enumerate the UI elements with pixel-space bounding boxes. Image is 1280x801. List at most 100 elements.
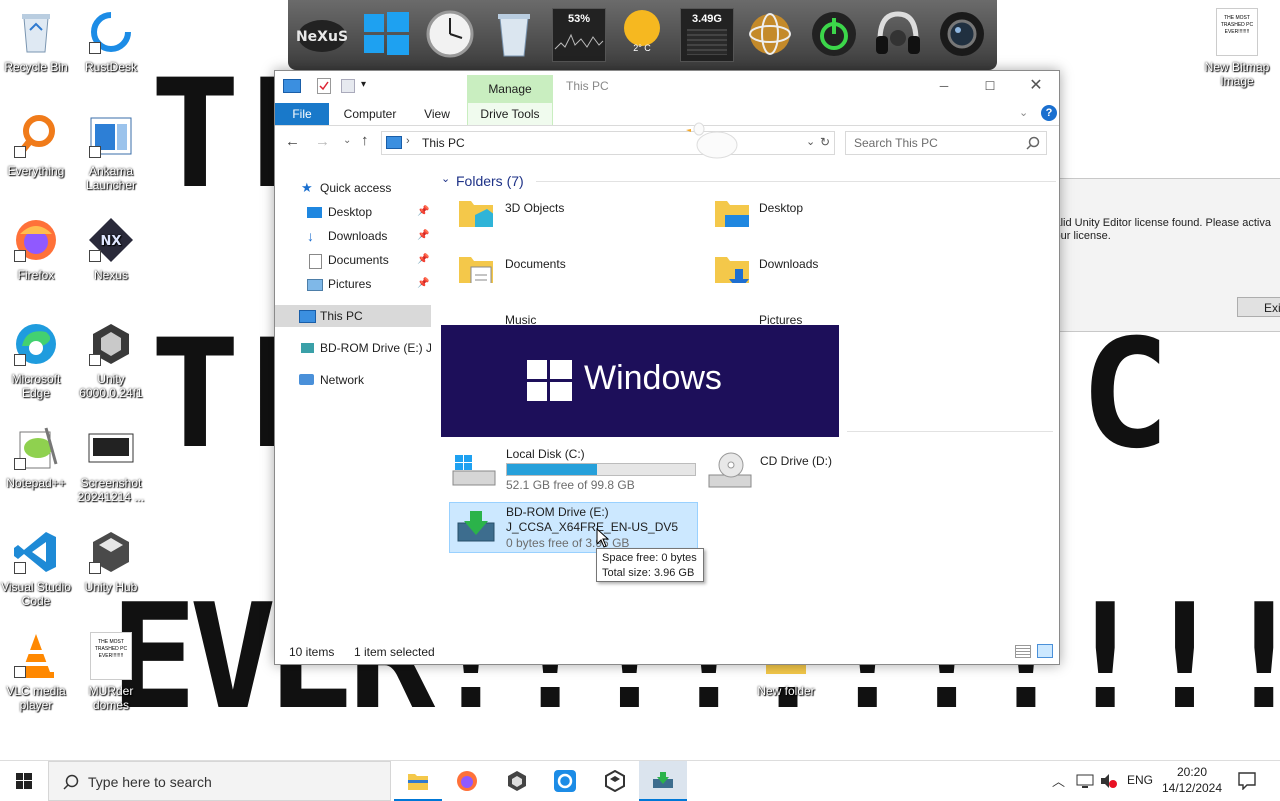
desktop-icon-murder-domes[interactable]: THE MOST TRASHED PC EVER!!!!!!!! MURder … <box>71 632 151 712</box>
folder-item-3d-objects[interactable]: 3D Objects <box>457 197 677 245</box>
nav-bd-rom-drive[interactable]: BD-ROM Drive (E:) J_CCSA_X64FRE_EN-US_DV… <box>275 337 431 359</box>
desktop-icon-everything[interactable]: Everything <box>0 112 76 178</box>
windows-start-icon[interactable] <box>360 8 412 60</box>
pin-icon[interactable]: 📌 <box>417 273 429 295</box>
nav-desktop[interactable]: Desktop 📌 <box>275 201 431 223</box>
nav-documents[interactable]: Documents 📌 <box>275 249 431 271</box>
recent-locations-icon[interactable]: ⌄ <box>343 135 351 146</box>
nav-pictures[interactable]: Pictures 📌 <box>275 273 431 295</box>
nav-quick-access[interactable]: ★ Quick access <box>275 177 431 199</box>
mouse-cursor-icon <box>596 528 610 548</box>
nav-downloads[interactable]: ↓ Downloads 📌 <box>275 225 431 247</box>
desktop-icon-label: Visual Studio Code <box>1 580 71 608</box>
nav-label: Network <box>320 373 365 387</box>
desktop-icon-vlc[interactable]: VLC media player <box>0 632 76 712</box>
desktop-icon-edge[interactable]: Microsoft Edge <box>0 320 76 400</box>
tab-drive-tools[interactable]: Drive Tools <box>467 103 553 125</box>
desktop-icon-firefox[interactable]: Firefox <box>0 216 76 282</box>
pin-icon[interactable]: 📌 <box>417 201 429 223</box>
folder-item-documents[interactable]: Documents <box>457 253 677 301</box>
address-dropdown-icon[interactable]: ⌄ <box>806 135 815 148</box>
desktop-icon-label: Notepad++ <box>6 476 66 490</box>
clock[interactable]: 20:20 14/12/2024 <box>1160 764 1224 796</box>
power-icon[interactable] <box>808 8 860 60</box>
sun-icon <box>624 10 660 46</box>
address-box[interactable]: › This PC ⌄ <box>381 131 835 155</box>
manage-tab-group[interactable]: Manage <box>467 75 553 103</box>
desktop-icon-notepadpp[interactable]: Notepad++ <box>0 424 76 490</box>
input-language-indicator[interactable]: ENG <box>1127 773 1153 787</box>
nexus-dock: NeXuS 53% 2° C 3.49G <box>288 0 997 70</box>
drive-item-e-selected[interactable]: BD-ROM Drive (E:) J_CCSA_X64FRE_EN-US_DV… <box>449 502 698 553</box>
desktop-icon-recycle-bin[interactable]: Recycle Bin <box>0 8 76 74</box>
help-icon[interactable]: ? <box>1041 105 1057 121</box>
taskbar-search-box[interactable]: Type here to search <box>48 761 391 801</box>
nav-this-pc[interactable]: This PC <box>275 305 431 327</box>
properties-icon[interactable] <box>317 78 331 94</box>
minimize-button[interactable]: ─ <box>921 71 967 101</box>
search-icon <box>63 774 79 790</box>
up-button[interactable]: ↑ <box>361 132 369 149</box>
taskbar-bd-rom-drive[interactable] <box>639 761 687 801</box>
tab-view[interactable]: View <box>415 103 459 125</box>
nav-network[interactable]: Network <box>275 369 431 391</box>
desktop-icon-screenshot[interactable]: Screenshot 20241214 ... <box>71 424 151 504</box>
folder-item-desktop[interactable]: Desktop <box>713 197 933 245</box>
close-button[interactable]: ✕ <box>1013 71 1059 101</box>
search-box[interactable]: Search This PC <box>845 131 1047 155</box>
forward-button[interactable]: → <box>315 133 330 150</box>
clock-time: 20:20 <box>1176 765 1208 779</box>
maximize-button[interactable]: ☐ <box>967 71 1013 101</box>
back-button[interactable]: ← <box>285 133 300 150</box>
desktop-icon-unity[interactable]: Unity 6000.0.24f1 <box>71 320 151 400</box>
memory-meter-widget[interactable]: 3.49G <box>680 8 734 62</box>
pin-icon[interactable]: 📌 <box>417 249 429 271</box>
folders-group-header[interactable]: ⌄ Folders (7) <box>441 171 1056 191</box>
nav-label: Pictures <box>328 277 372 291</box>
desktop-icon-vscode[interactable]: Visual Studio Code <box>0 528 76 608</box>
taskbar-firefox[interactable] <box>443 761 491 801</box>
large-icons-view-button[interactable] <box>1037 644 1053 658</box>
windows-logo-text: Windows <box>584 359 722 397</box>
nexus-logo-icon[interactable]: NeXuS <box>296 8 348 60</box>
start-button[interactable] <box>0 761 48 801</box>
clock-widget-icon[interactable] <box>424 8 476 60</box>
everything-search-icon <box>12 112 60 160</box>
tab-computer[interactable]: Computer <box>337 103 403 125</box>
taskbar-file-explorer[interactable] <box>394 761 442 801</box>
desktop-icon-rustdesk[interactable]: RustDesk <box>71 8 151 74</box>
camera-icon[interactable] <box>936 8 988 60</box>
folder-item-downloads[interactable]: Downloads <box>713 253 933 301</box>
details-view-button[interactable] <box>1015 645 1031 658</box>
show-hidden-icons-button[interactable]: ︿ <box>1052 771 1065 790</box>
desktop-icon-unity-hub[interactable]: Unity Hub <box>71 528 151 594</box>
volume-muted-icon[interactable] <box>1100 773 1118 789</box>
ribbon-expand-icon[interactable]: ⌄ <box>1019 106 1028 119</box>
desktop-icon-nexus[interactable]: NX Nexus <box>71 216 151 282</box>
tab-file[interactable]: File <box>275 103 329 125</box>
notifications-icon[interactable] <box>1238 772 1256 790</box>
recycle-bin-dock-icon[interactable] <box>488 8 540 60</box>
search-placeholder: Search This PC <box>854 136 938 150</box>
quick-access-dropdown-icon[interactable]: ▾ <box>361 79 366 90</box>
network-status-icon[interactable] <box>1076 773 1094 789</box>
weather-widget[interactable]: 2° C <box>616 8 668 60</box>
headphones-icon[interactable] <box>872 8 924 60</box>
desktop-icon-ankama[interactable]: Ankama Launcher <box>71 112 151 192</box>
taskbar-rustdesk[interactable] <box>541 761 589 801</box>
refresh-button[interactable]: ↻ <box>815 131 835 153</box>
desktop-icon-new-bitmap[interactable]: THE MOST TRASHED PC EVER!!!!!!!! New Bit… <box>1197 8 1277 88</box>
desktop-icon-label: VLC media player <box>6 684 66 712</box>
drive-item-d[interactable]: CD Drive (D:) <box>705 447 925 499</box>
taskbar-unity-hub[interactable] <box>590 761 638 801</box>
globe-network-icon[interactable] <box>744 8 796 60</box>
drive-item-c[interactable]: Local Disk (C:) 52.1 GB free of 99.8 GB <box>449 447 699 499</box>
rustdesk-icon <box>554 770 576 792</box>
taskbar-unity[interactable] <box>492 761 540 801</box>
navigation-pane: ★ Quick access Desktop 📌 ↓ Downloads 📌 D… <box>275 167 431 637</box>
unity-exit-button[interactable]: Exi <box>1237 297 1280 317</box>
cpu-meter-widget[interactable]: 53% <box>552 8 606 62</box>
new-folder-quick-icon[interactable] <box>341 79 355 93</box>
nav-label: Downloads <box>328 229 388 243</box>
pin-icon[interactable]: 📌 <box>417 225 429 247</box>
